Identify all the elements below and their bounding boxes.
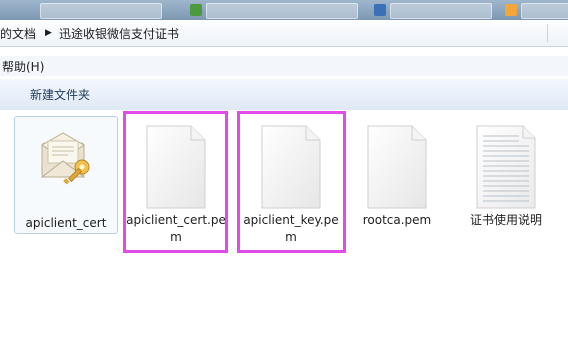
breadcrumb-current-folder[interactable]: 迅途收银微信支付证书: [59, 25, 179, 42]
file-item-rootca-pem[interactable]: rootca.pem: [346, 116, 448, 232]
file-item-readme[interactable]: 证书使用说明: [455, 116, 557, 232]
blank-file-icon: [364, 124, 430, 213]
taskbar-window-thumb[interactable]: [206, 3, 358, 19]
taskbar-app-icon[interactable]: [505, 4, 517, 16]
address-dropdown-button[interactable]: [547, 24, 568, 42]
menu-bar: 帮助(H): [0, 56, 568, 76]
highlight-box-key-pem: [237, 111, 346, 253]
address-bar[interactable]: 的文档 ▶ 迅途收银微信支付证书: [0, 20, 568, 47]
file-item-apiclient-cert[interactable]: apiclient_cert: [14, 116, 118, 234]
taskbar-window-thumb[interactable]: [40, 3, 162, 19]
file-name: 证书使用说明: [469, 213, 542, 227]
taskbar: [0, 0, 568, 20]
breadcrumb-arrow-icon[interactable]: ▶: [45, 28, 52, 38]
taskbar-app-icon[interactable]: [190, 4, 202, 16]
file-name: apiclient_cert: [25, 216, 107, 230]
highlight-box-cert-pem: [123, 111, 228, 253]
taskbar-window-thumb[interactable]: [521, 3, 568, 19]
certificate-icon: [38, 131, 94, 194]
file-list: apiclient_cert apiclient_cert.pem apicli…: [0, 110, 568, 348]
toolbar: 新建文件夹: [0, 78, 568, 111]
taskbar-window-thumb[interactable]: [390, 3, 492, 19]
menu-help[interactable]: 帮助(H): [0, 58, 44, 75]
file-name: rootca.pem: [362, 213, 432, 227]
breadcrumb-documents[interactable]: 的文档: [0, 25, 36, 42]
taskbar-app-icon[interactable]: [374, 4, 386, 16]
text-document-icon: [473, 124, 539, 213]
new-folder-button[interactable]: 新建文件夹: [30, 86, 90, 103]
